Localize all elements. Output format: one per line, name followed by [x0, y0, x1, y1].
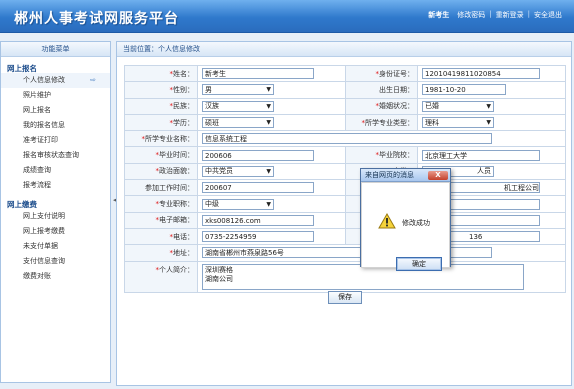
form-row: *专业职称： 中级 ▼ — [124, 195, 566, 213]
save-row: 保存 — [117, 291, 573, 304]
form-row: *姓名： 新考生 *身份证号： 12010419811020854 — [124, 64, 566, 83]
major-type-select[interactable]: 理科 ▼ — [422, 117, 494, 129]
work-start-input[interactable]: 200607 — [202, 182, 314, 194]
marital-select[interactable]: 已婚 ▼ — [422, 100, 494, 112]
sidebar: 功能菜单 网上报名 个人信息修改 ⇨ 照片维护 网上报名 我的报名信息 准考证打… — [0, 41, 111, 383]
form-row: *政治面貌： 中共党员▼ 身份： 人员 — [124, 162, 566, 181]
top-header: 郴州人事考试网服务平台 新考生 修改密码 | 重新登录 | 安全退出 — [0, 0, 574, 33]
chevron-down-icon: ▼ — [486, 102, 491, 110]
school-input[interactable]: 北京理工大学 — [422, 149, 540, 161]
email-input[interactable]: xks008126.com — [202, 214, 314, 226]
nav-payment-query[interactable]: 支付信息查询 — [1, 254, 110, 269]
section-online-payment[interactable]: 网上缴费 — [1, 196, 110, 209]
phone-label: *电话： — [124, 227, 198, 246]
major-type-label: *所学专业类型： — [345, 113, 418, 132]
major-name-label: *所学专业名称： — [124, 130, 198, 148]
nav-admission-ticket-print[interactable]: 准考证打印 — [1, 133, 110, 148]
chevron-down-icon: ▼ — [486, 119, 491, 127]
ok-button[interactable]: 确定 — [396, 257, 442, 271]
graduation-time-input[interactable]: 200606 — [202, 149, 314, 161]
nav-my-registrations[interactable]: 我的报名信息 — [1, 118, 110, 133]
education-label: *学历： — [124, 113, 198, 132]
idcard-label: *身份证号： — [345, 64, 418, 83]
nav-payment-instructions[interactable]: 网上支付说明 — [1, 209, 110, 224]
birthdate-input[interactable]: 1981-10-20 — [422, 84, 506, 96]
section-online-registration[interactable]: 网上报名 — [1, 60, 110, 73]
nav-personal-info-edit[interactable]: 个人信息修改 ⇨ — [1, 73, 110, 88]
email-label: *电子邮箱： — [124, 211, 198, 229]
address-label: *地址： — [124, 244, 198, 262]
nav-exam-payment[interactable]: 网上报考缴费 — [1, 224, 110, 239]
chevron-down-icon: ▼ — [266, 102, 271, 110]
name-input[interactable]: 新考生 — [202, 68, 314, 80]
form-row: *学历： 硕班 ▼ *所学专业类型： 理科 ▼ — [124, 113, 566, 132]
dialog-body: 修改成功 确定 — [361, 182, 450, 271]
breadcrumb: 当前位置：个人信息修改 — [117, 42, 571, 57]
school-label: *毕业院校： — [345, 146, 418, 164]
sidebar-title: 功能菜单 — [1, 42, 110, 57]
marital-label: *婚姻状况： — [345, 97, 418, 115]
ethnic-select[interactable]: 汉族 ▼ — [202, 100, 274, 112]
gender-label: *性别： — [124, 81, 198, 99]
form-row: *性别： 男 ▼ 出生日期： 1981-10-20 — [124, 81, 566, 99]
nav-unpaid-bills[interactable]: 未支付单据 — [1, 239, 110, 254]
change-password-link[interactable]: 修改密码 — [453, 10, 489, 20]
nav-photo-maintenance[interactable]: 照片维护 — [1, 88, 110, 103]
dialog-title: 来自网页的消息 X — [361, 169, 450, 182]
chevron-down-icon: ▼ — [266, 200, 271, 208]
nav-score-query[interactable]: 成绩查询 — [1, 163, 110, 178]
form-row: *民族： 汉族 ▼ *婚姻状况： 已婚 ▼ — [124, 97, 566, 115]
main-panel: 当前位置：个人信息修改 *姓名： 新考生 *身份证号： 120104198110… — [116, 41, 572, 386]
name-label: *姓名： — [124, 64, 198, 83]
chevron-down-icon: ▼ — [266, 119, 271, 127]
nav-label: 个人信息修改 — [23, 76, 65, 84]
nav-review-status-query[interactable]: 报名审核状态查询 — [1, 148, 110, 163]
nav-registration-process[interactable]: 报考流程 — [1, 178, 110, 193]
dialog-message: 修改成功 — [402, 219, 430, 227]
form-row: *所学专业名称： 信息系统工程 — [124, 130, 566, 148]
ethnic-label: *民族： — [124, 97, 198, 115]
form-row: *毕业时间： 200606 *毕业院校： 北京理工大学 — [124, 146, 566, 164]
form-row: *电话： 0735-2254959 136 — [124, 227, 566, 246]
birth-label: 出生日期： — [345, 81, 418, 99]
current-user: 新考生 — [428, 11, 450, 19]
site-title: 郴州人事考试网服务平台 — [14, 11, 179, 27]
message-dialog: 来自网页的消息 X 修改成功 确定 — [360, 168, 451, 271]
header-links: 新考生 修改密码 | 重新登录 | 安全退出 — [424, 10, 566, 20]
idcard-input[interactable]: 12010419811020854 — [422, 68, 540, 80]
education-select[interactable]: 硕班 ▼ — [202, 117, 274, 129]
personal-info-form: *姓名： 新考生 *身份证号： 12010419811020854 *性别： 男… — [124, 64, 566, 293]
work-start-label: 参加工作时间： — [124, 179, 198, 197]
form-row: *地址： 湖南省郴州市燕泉路56号 — [124, 244, 566, 262]
warning-icon — [378, 212, 396, 231]
save-button[interactable]: 保存 — [328, 291, 362, 304]
form-row: *电子邮箱： xks008126.com — [124, 211, 566, 229]
arrow-right-icon: ⇨ — [90, 76, 96, 84]
form-row: 参加工作时间： 200607 机工程公司 — [124, 179, 566, 197]
nav-payment-reconciliation[interactable]: 缴费对账 — [1, 269, 110, 284]
gender-select[interactable]: 男 ▼ — [202, 84, 274, 96]
graduation-time-label: *毕业时间： — [124, 146, 198, 164]
major-name-input[interactable]: 信息系统工程 — [202, 133, 492, 145]
chevron-down-icon: ▼ — [266, 86, 271, 94]
professional-title-select[interactable]: 中级 ▼ — [202, 198, 274, 210]
professional-title-label: *专业职称： — [124, 195, 198, 213]
phone-input[interactable]: 0735-2254959 — [202, 231, 314, 243]
form-row: *个人简介： 深圳赛格 湖南公司 — [124, 260, 566, 293]
nav-online-registration[interactable]: 网上报名 — [1, 103, 110, 118]
political-select[interactable]: 中共党员 ▼ — [202, 165, 274, 177]
close-icon[interactable]: X — [428, 171, 448, 180]
chevron-down-icon: ▼ — [266, 167, 271, 175]
resume-label: *个人简介： — [124, 260, 198, 293]
logout-link[interactable]: 安全退出 — [530, 10, 566, 20]
political-label: *政治面貌： — [124, 162, 198, 181]
relogin-link[interactable]: 重新登录 — [492, 10, 528, 20]
